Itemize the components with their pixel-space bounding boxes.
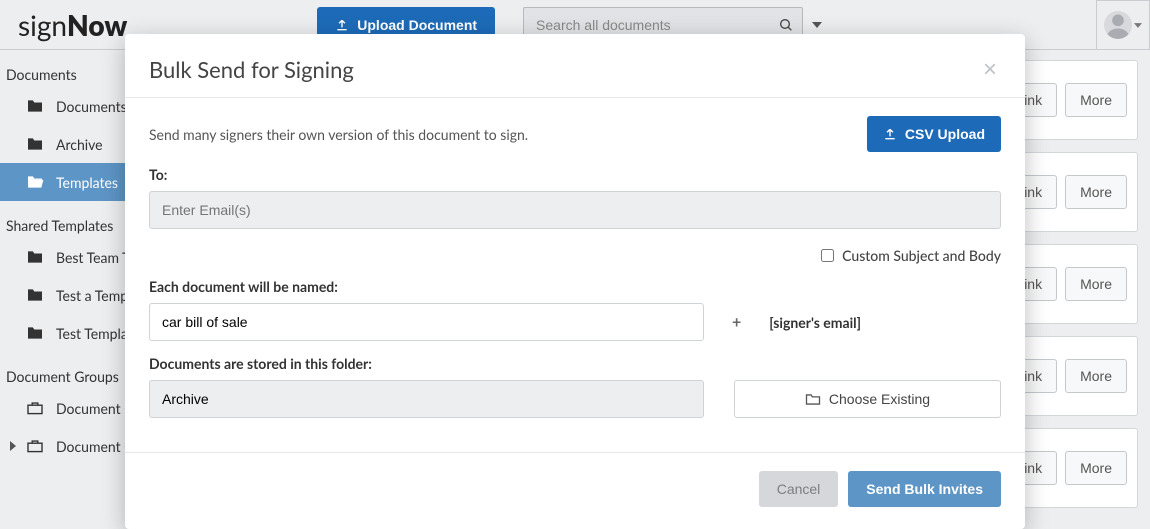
bulk-send-modal: Bulk Send for Signing × Send many signer… bbox=[125, 34, 1025, 529]
modal-body: Send many signers their own version of t… bbox=[125, 98, 1025, 424]
upload-icon bbox=[883, 127, 897, 141]
plus-text: + bbox=[732, 313, 741, 332]
name-suffix-text: [signer's email] bbox=[769, 314, 861, 331]
folder-outline-icon bbox=[805, 393, 821, 406]
csv-upload-label: CSV Upload bbox=[905, 126, 985, 142]
modal-close-button[interactable]: × bbox=[979, 58, 1001, 82]
to-label: To: bbox=[149, 166, 1001, 183]
document-name-label: Each document will be named: bbox=[149, 278, 1001, 295]
choose-existing-button[interactable]: Choose Existing bbox=[734, 380, 1001, 418]
custom-subject-checkbox[interactable] bbox=[821, 249, 834, 262]
modal-title: Bulk Send for Signing bbox=[149, 56, 979, 83]
modal-header: Bulk Send for Signing × bbox=[125, 34, 1025, 98]
custom-subject-label[interactable]: Custom Subject and Body bbox=[842, 247, 1001, 264]
close-icon: × bbox=[983, 56, 997, 83]
cancel-button[interactable]: Cancel bbox=[759, 471, 839, 507]
folder-label: Documents are stored in this folder: bbox=[149, 355, 1001, 372]
send-bulk-invites-button[interactable]: Send Bulk Invites bbox=[848, 471, 1001, 507]
modal-footer: Cancel Send Bulk Invites bbox=[125, 452, 1025, 529]
modal-description: Send many signers their own version of t… bbox=[149, 126, 867, 143]
csv-upload-button[interactable]: CSV Upload bbox=[867, 116, 1001, 152]
document-name-input[interactable] bbox=[149, 303, 704, 341]
folder-input bbox=[149, 380, 704, 418]
choose-existing-label: Choose Existing bbox=[829, 391, 930, 407]
to-emails-input[interactable] bbox=[149, 191, 1001, 229]
